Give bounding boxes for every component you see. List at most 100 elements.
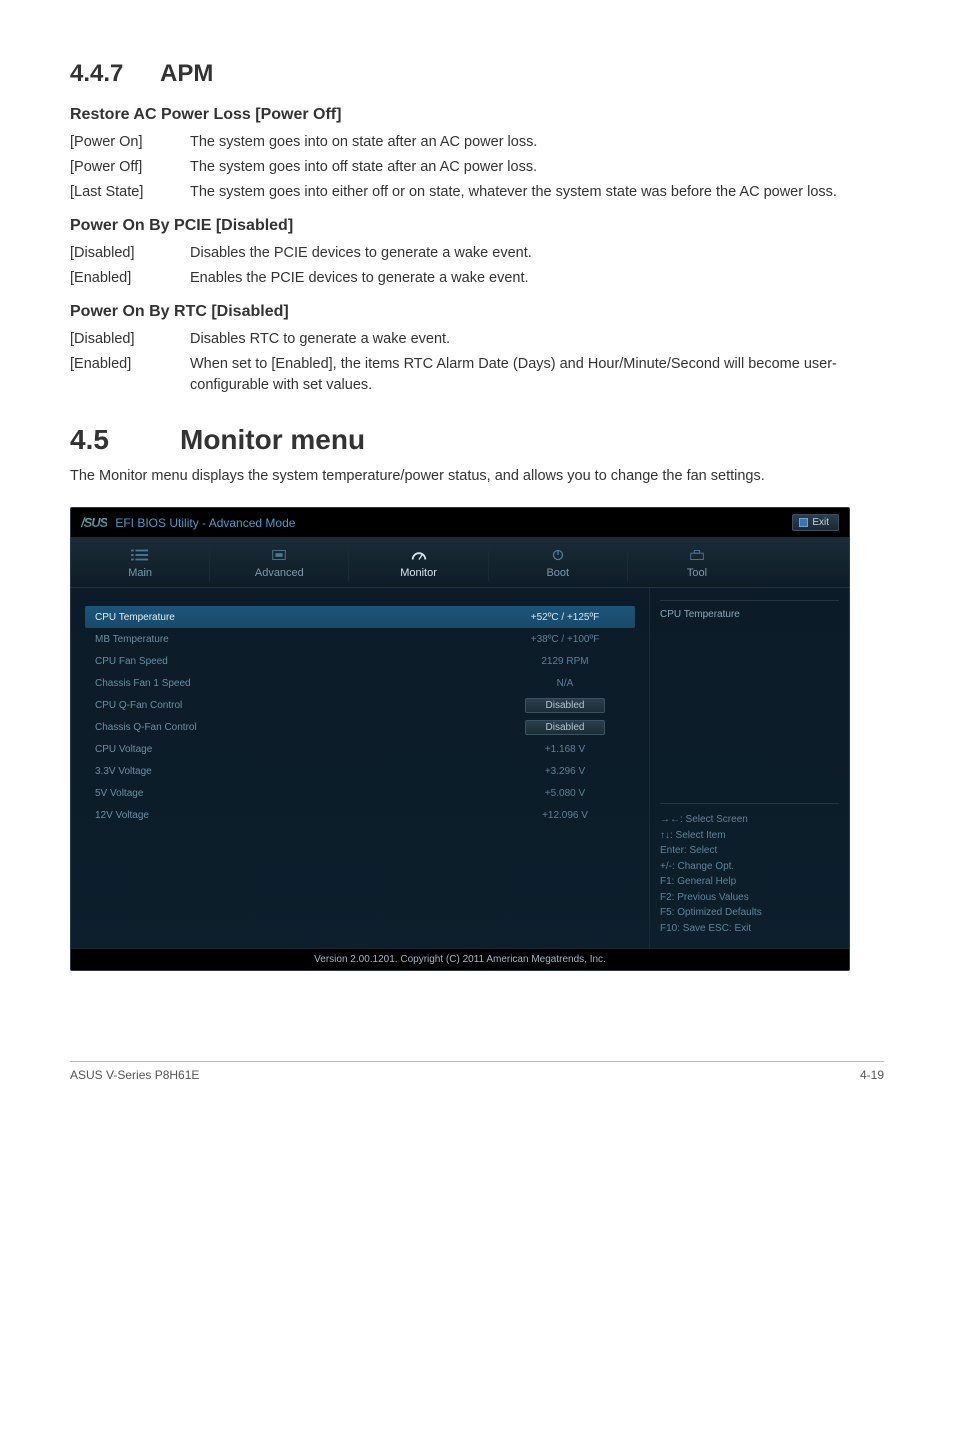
rtc-heading: Power On By RTC [Disabled] — [70, 303, 884, 321]
option-key: [Last State] — [70, 182, 190, 203]
exit-icon — [799, 518, 808, 527]
row-label: 5V Voltage — [95, 788, 143, 799]
monitor-row-chassis-fan[interactable]: Chassis Fan 1 Speed N/A — [85, 672, 635, 694]
option-desc: Disables RTC to generate a wake event. — [190, 329, 884, 350]
help-line: F1: General Help — [660, 874, 839, 890]
option-key: [Power On] — [70, 132, 190, 153]
restore-item: [Last State]The system goes into either … — [70, 182, 884, 203]
tab-boot[interactable]: Boot — [489, 538, 627, 587]
tab-spacer — [766, 538, 849, 587]
bios-title: /SUS EFI BIOS Utility - Advanced Mode — [81, 515, 295, 530]
row-value: +5.080 V — [505, 788, 625, 799]
monitor-row-cpu-qfan[interactable]: CPU Q-Fan Control Disabled — [85, 694, 635, 716]
pcie-item: [Enabled]Enables the PCIE devices to gen… — [70, 268, 884, 289]
tab-advanced[interactable]: Advanced — [210, 538, 348, 587]
tab-label: Monitor — [400, 567, 437, 579]
footer-left: ASUS V-Series P8H61E — [70, 1068, 199, 1082]
dropdown-value[interactable]: Disabled — [525, 698, 606, 713]
row-label: CPU Voltage — [95, 744, 152, 755]
row-label: Chassis Q-Fan Control — [95, 722, 197, 733]
rtc-item: [Enabled]When set to [Enabled], the item… — [70, 354, 884, 396]
gauge-icon — [410, 548, 428, 562]
monitor-section-number: 4.5 — [70, 424, 180, 456]
footer-right: 4-19 — [860, 1068, 884, 1082]
help-line: ↑↓: Select Item — [660, 828, 839, 844]
monitor-row-cpu-fan[interactable]: CPU Fan Speed2129 RPM — [85, 650, 635, 672]
tab-label: Main — [128, 567, 152, 579]
restore-heading: Restore AC Power Loss [Power Off] — [70, 106, 884, 124]
option-key: [Enabled] — [70, 354, 190, 396]
help-line: →←: Select Screen — [660, 812, 839, 828]
chip-icon — [270, 548, 288, 562]
row-label: 3.3V Voltage — [95, 766, 152, 777]
help-line: +/-: Change Opt. — [660, 859, 839, 875]
help-panel: →←: Select Screen ↑↓: Select Item Enter:… — [660, 803, 839, 936]
row-label: CPU Q-Fan Control — [95, 700, 182, 711]
row-label: 12V Voltage — [95, 810, 149, 821]
restore-item: [Power Off]The system goes into off stat… — [70, 157, 884, 178]
monitor-section-heading: 4.5Monitor menu — [70, 424, 884, 456]
power-icon — [549, 548, 567, 562]
row-value: +52ºC / +125ºF — [505, 612, 625, 623]
monitor-row-chassis-qfan[interactable]: Chassis Q-Fan Control Disabled — [85, 716, 635, 738]
row-value: Disabled — [505, 698, 625, 713]
row-value: 2129 RPM — [505, 656, 625, 667]
row-label: Chassis Fan 1 Speed — [95, 678, 191, 689]
bios-tabs: Main Advanced Monitor Boot Tool — [71, 538, 849, 588]
option-key: [Disabled] — [70, 329, 190, 350]
row-value: N/A — [505, 678, 625, 689]
restore-item: [Power On]The system goes into on state … — [70, 132, 884, 153]
row-value: +3.296 V — [505, 766, 625, 777]
tab-label: Advanced — [255, 567, 304, 579]
pcie-item: [Disabled]Disables the PCIE devices to g… — [70, 243, 884, 264]
row-value: +1.168 V — [505, 744, 625, 755]
help-line: F2: Previous Values — [660, 890, 839, 906]
page-footer: ASUS V-Series P8H61E 4-19 — [70, 1061, 884, 1082]
bios-body: CPU Temperature +52ºC / +125ºF MB Tempera… — [71, 588, 849, 948]
row-value: Disabled — [505, 720, 625, 735]
help-line: F5: Optimized Defaults — [660, 905, 839, 921]
exit-button[interactable]: Exit — [792, 514, 839, 531]
exit-label: Exit — [812, 517, 829, 528]
help-line: F10: Save ESC: Exit — [660, 921, 839, 937]
pcie-heading: Power On By PCIE [Disabled] — [70, 217, 884, 235]
monitor-row-mb-temp[interactable]: MB Temperature +38ºC / +100ºF — [85, 628, 635, 650]
row-label: MB Temperature — [95, 634, 169, 645]
bios-screenshot: /SUS EFI BIOS Utility - Advanced Mode Ex… — [70, 507, 850, 971]
row-value: +12.096 V — [505, 810, 625, 821]
bios-footer: Version 2.00.1201. Copyright (C) 2011 Am… — [71, 948, 849, 970]
tab-monitor[interactable]: Monitor — [349, 538, 487, 587]
bios-title-text: EFI BIOS Utility - Advanced Mode — [115, 516, 295, 530]
option-key: [Enabled] — [70, 268, 190, 289]
option-desc: When set to [Enabled], the items RTC Ala… — [190, 354, 884, 396]
tab-tool[interactable]: Tool — [628, 538, 766, 587]
option-desc: Enables the PCIE devices to generate a w… — [190, 268, 884, 289]
monitor-intro: The Monitor menu displays the system tem… — [70, 466, 884, 487]
bios-right-panel: CPU Temperature →←: Select Screen ↑↓: Se… — [649, 588, 849, 948]
monitor-row-cpu-temp[interactable]: CPU Temperature +52ºC / +125ºF — [85, 606, 635, 628]
section-apm-number: 4.4.7 — [70, 60, 160, 88]
bios-titlebar: /SUS EFI BIOS Utility - Advanced Mode Ex… — [71, 508, 849, 538]
monitor-row-cpu-voltage[interactable]: CPU Voltage +1.168 V — [85, 738, 635, 760]
option-desc: The system goes into on state after an A… — [190, 132, 884, 153]
row-label: CPU Temperature — [95, 612, 175, 623]
monitor-row-5v[interactable]: 5V Voltage +5.080 V — [85, 782, 635, 804]
dropdown-value[interactable]: Disabled — [525, 720, 606, 735]
option-desc: Disables the PCIE devices to generate a … — [190, 243, 884, 264]
toolbox-icon — [688, 548, 706, 562]
option-desc: The system goes into off state after an … — [190, 157, 884, 178]
rtc-item: [Disabled]Disables RTC to generate a wak… — [70, 329, 884, 350]
monitor-section-title: Monitor menu — [180, 424, 365, 455]
monitor-row-3v3[interactable]: 3.3V Voltage +3.296 V — [85, 760, 635, 782]
option-desc: The system goes into either off or on st… — [190, 182, 884, 203]
section-apm-heading: 4.4.7APM — [70, 60, 884, 88]
tab-main[interactable]: Main — [71, 538, 209, 587]
row-value: +38ºC / +100ºF — [505, 634, 625, 645]
asus-logo: /SUS — [81, 515, 107, 530]
monitor-row-12v[interactable]: 12V Voltage +12.096 V — [85, 804, 635, 826]
help-line: Enter: Select — [660, 843, 839, 859]
tab-label: Boot — [546, 567, 569, 579]
section-apm-title: APM — [160, 60, 213, 87]
list-icon — [131, 548, 149, 562]
option-key: [Disabled] — [70, 243, 190, 264]
